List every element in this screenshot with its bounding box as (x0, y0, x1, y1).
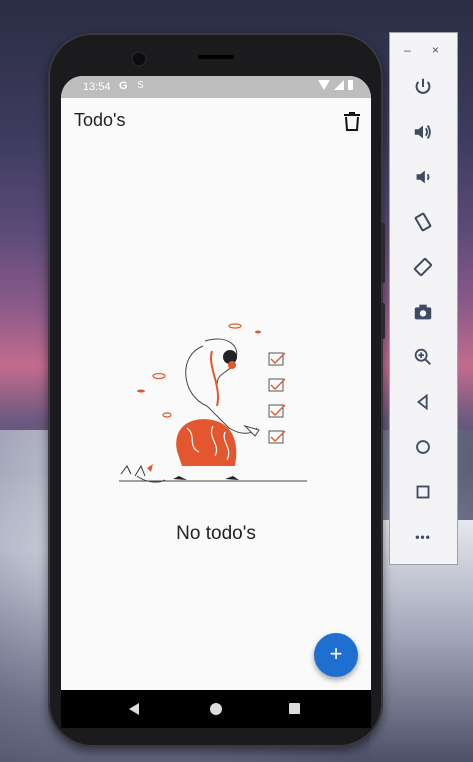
power-icon (415, 78, 431, 94)
trash-icon[interactable] (343, 111, 361, 131)
wifi-icon (318, 80, 330, 90)
volume-side-button[interactable] (381, 223, 385, 283)
app-screen: 13:54 G S Todo's No todo's + (61, 76, 371, 690)
screenshot-button[interactable] (409, 298, 437, 326)
status-icons (318, 80, 353, 90)
battery-icon (348, 80, 353, 90)
zoom-in-icon (414, 348, 431, 365)
volume-up-button[interactable] (409, 118, 437, 146)
back-icon[interactable] (129, 703, 139, 715)
status-bar: 13:54 G S (61, 76, 371, 98)
more-button[interactable]: ••• (409, 523, 437, 551)
rotate-left-button[interactable] (409, 208, 437, 236)
empty-state-message: No todo's (176, 523, 256, 544)
sim-icon: S (137, 80, 144, 91)
emulator-control-panel: – × ••• (389, 32, 458, 565)
power-button[interactable] (409, 73, 437, 101)
camera-icon (414, 304, 432, 320)
back-triangle-icon (416, 393, 428, 411)
volume-down-button[interactable] (409, 163, 437, 191)
recents-icon[interactable] (289, 703, 300, 714)
back-button[interactable] (409, 388, 437, 416)
google-icon: G (119, 80, 128, 92)
cellular-icon (334, 80, 344, 90)
power-side-button[interactable] (381, 303, 385, 339)
overview-square-icon (416, 485, 430, 499)
minimize-button[interactable]: – (404, 43, 411, 57)
rotate-right-button[interactable] (409, 253, 437, 281)
zoom-button[interactable] (409, 343, 437, 371)
close-button[interactable]: × (432, 43, 439, 57)
home-button[interactable] (409, 433, 437, 461)
volume-down-icon (416, 170, 430, 184)
home-icon[interactable] (210, 703, 222, 715)
front-camera (133, 53, 145, 65)
rotate-left-icon (414, 212, 432, 232)
add-todo-button[interactable]: + (314, 633, 358, 677)
rotate-right-icon (413, 257, 433, 277)
home-circle-icon (416, 440, 430, 454)
status-time: 13:54 (83, 81, 111, 93)
page-title: Todo's (74, 110, 126, 130)
overview-button[interactable] (409, 478, 437, 506)
empty-todos-illustration (119, 323, 307, 483)
system-navigation-bar (61, 690, 371, 728)
volume-up-icon (414, 125, 431, 139)
earpiece-speaker (198, 55, 234, 59)
